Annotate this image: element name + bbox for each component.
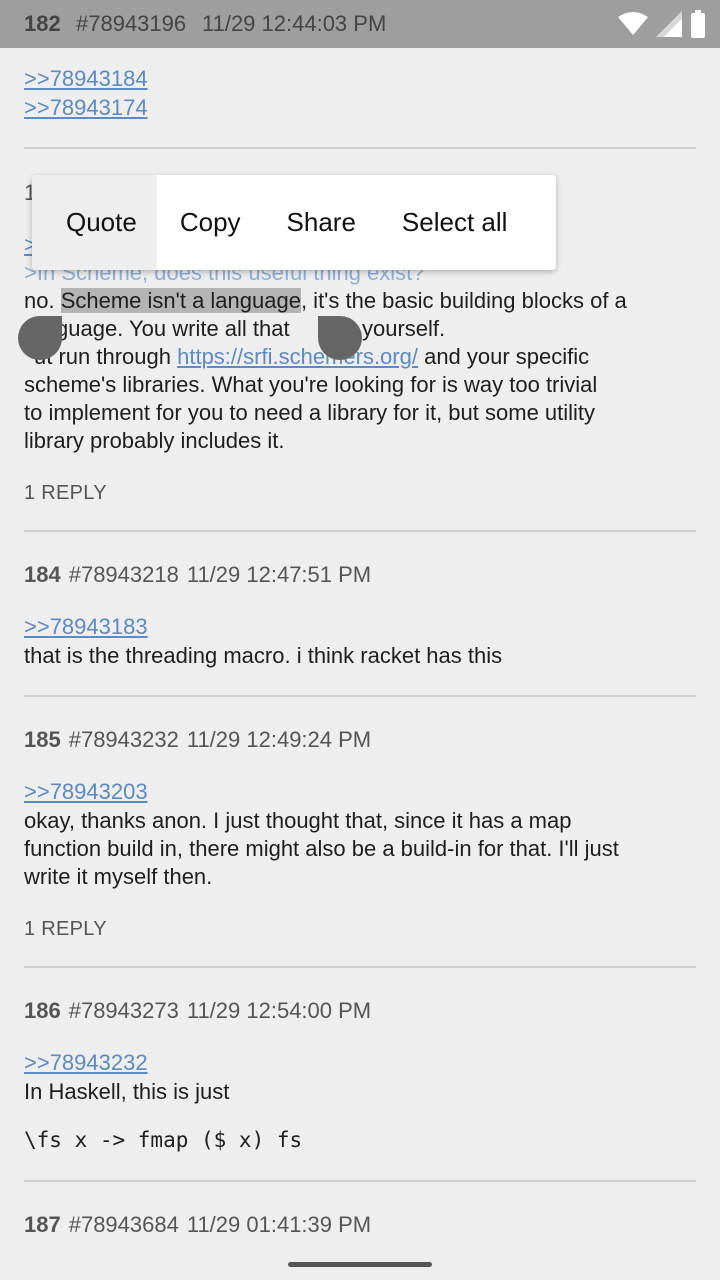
post-number: 186 [24, 998, 61, 1023]
external-link[interactable]: https://srfi.schemers.org/ [177, 344, 418, 369]
post-body-line: function build in, there might also be a… [24, 836, 619, 861]
post-header: 185 #78943232 11/29 12:49:24 PM [24, 727, 371, 753]
post-divider [24, 147, 696, 149]
code-block: \fs x -> fmap ($ x) fs [24, 1128, 303, 1152]
toolbar-post-date: 11/29 12:44:03 PM [202, 11, 387, 36]
toolbar-post-id: #78943196 [76, 11, 187, 36]
replies-button[interactable]: 1 REPLY [24, 918, 107, 941]
menu-item-copy[interactable]: Copy [157, 175, 264, 270]
post-number: 184 [24, 562, 61, 587]
post-id: #78943218 [68, 562, 179, 587]
wifi-icon [618, 12, 648, 35]
post-body-line: okay, thanks anon. I just thought that, … [24, 808, 572, 833]
post-body-line: guage. You write all that [56, 316, 290, 341]
quote-link[interactable]: >>78943183 [24, 614, 148, 640]
quote-link[interactable]: >>78943184 [24, 66, 148, 92]
post-number: 185 [24, 727, 61, 752]
status-icons [618, 10, 706, 38]
post-body-line-end: yourself. [362, 316, 446, 341]
post-id: #78943684 [68, 1212, 179, 1237]
menu-item-share[interactable]: Share [264, 175, 379, 270]
menu-item-select-all[interactable]: Select all [379, 175, 531, 270]
signal-icon [656, 11, 682, 37]
quote-link[interactable]: >>78943232 [24, 1050, 148, 1076]
post-id: #78943232 [68, 727, 179, 752]
post-body-line: ut run through https://srfi.schemers.org… [34, 344, 590, 369]
gesture-nav-handle[interactable] [288, 1262, 432, 1267]
post-divider [24, 530, 696, 532]
post-divider [24, 966, 696, 968]
post-body-line: In Haskell, this is just [24, 1079, 230, 1104]
post-body-line: library probably includes it. [24, 428, 285, 453]
selection-handle-start[interactable] [18, 316, 62, 360]
post-number: 187 [24, 1212, 61, 1237]
replies-button[interactable]: 1 REPLY [24, 482, 107, 505]
text-selection-menu: Quote Copy Share Select all [32, 175, 556, 270]
selected-text[interactable]: Scheme isn't a language [60, 288, 301, 313]
post-header: 187 #78943684 11/29 01:41:39 PM [24, 1212, 371, 1238]
menu-item-quote[interactable]: Quote [32, 175, 157, 270]
post-body-line: that is the threading macro. i think rac… [24, 643, 503, 668]
quote-link[interactable]: >>78943203 [24, 779, 148, 805]
post-date: 11/29 12:47:51 PM [186, 562, 372, 587]
post-divider [24, 1180, 696, 1182]
post-divider [24, 695, 696, 697]
selection-handle-end[interactable] [318, 316, 362, 360]
post-body-line: scheme's libraries. What you're looking … [24, 372, 598, 397]
post-body-line: write it myself then. [24, 864, 213, 889]
post-id: #78943273 [68, 998, 179, 1023]
post-body-line: no. Scheme isn't a language, it's the ba… [24, 288, 627, 313]
post-header: 184 #78943218 11/29 12:47:51 PM [24, 562, 371, 588]
post-date: 11/29 12:54:00 PM [186, 998, 372, 1023]
post-date: 11/29 12:49:24 PM [186, 727, 372, 752]
battery-icon [691, 10, 705, 38]
quote-link[interactable]: >>78943174 [24, 95, 148, 121]
post-body-line: to implement for you to need a library f… [24, 400, 596, 425]
toolbar-post-number: 182 [24, 11, 61, 36]
status-bar: 182 #78943196 11/29 12:44:03 PM [0, 0, 720, 48]
post-date: 11/29 01:41:39 PM [186, 1212, 372, 1237]
post-header: 186 #78943273 11/29 12:54:00 PM [24, 998, 371, 1024]
